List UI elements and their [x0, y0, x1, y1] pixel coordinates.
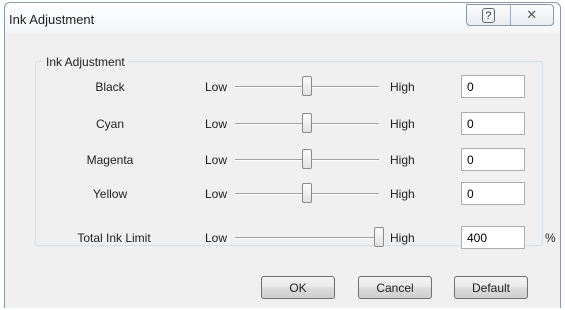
dialog-body: Ink Adjustment Black Low High Cyan Low H… [5, 33, 560, 308]
close-icon: ✕ [526, 7, 538, 22]
ink-label-black: Black [95, 80, 125, 94]
high-label: High [390, 80, 415, 94]
black-value-field[interactable] [461, 75, 525, 98]
cancel-button[interactable]: Cancel [358, 276, 432, 299]
ink-label-yellow: Yellow [92, 187, 128, 201]
ink-label-magenta: Magenta [86, 153, 134, 167]
ink-row-cyan: Cyan Low High [5, 112, 562, 136]
cyan-slider-thumb[interactable] [302, 113, 312, 133]
total-ink-value-field[interactable] [461, 226, 525, 249]
ink-row-black: Black Low High [5, 75, 562, 99]
ink-adjustment-dialog: Ink Adjustment ? ✕ Ink Adjustment Black … [4, 2, 561, 308]
high-label: High [390, 187, 415, 201]
ink-label-cyan: Cyan [95, 117, 124, 131]
group-label: Ink Adjustment [43, 55, 128, 69]
magenta-slider-thumb[interactable] [302, 149, 312, 169]
low-label: Low [205, 117, 228, 131]
help-button[interactable]: ? [467, 5, 510, 25]
high-label: High [390, 153, 415, 167]
low-label: Low [205, 153, 228, 167]
ink-row-magenta: Magenta Low High [5, 148, 562, 172]
high-label: High [390, 231, 415, 245]
title-bar: Ink Adjustment ? ✕ [5, 3, 560, 33]
ok-button[interactable]: OK [261, 276, 335, 299]
black-slider-thumb[interactable] [302, 76, 312, 96]
dialog-title: Ink Adjustment [9, 12, 95, 27]
total-ink-limit-row: Total Ink Limit Low High % [5, 226, 562, 250]
cyan-value-field[interactable] [461, 112, 525, 135]
title-button-group: ? ✕ [466, 4, 554, 26]
total-ink-slider-track[interactable] [235, 237, 379, 239]
help-icon: ? [481, 7, 495, 23]
ink-row-yellow: Yellow Low High [5, 182, 562, 206]
close-button[interactable]: ✕ [509, 5, 554, 25]
yellow-slider-thumb[interactable] [302, 183, 312, 203]
high-label: High [390, 117, 415, 131]
low-label: Low [205, 187, 228, 201]
percent-unit: % [545, 231, 556, 245]
default-button[interactable]: Default [454, 276, 528, 299]
low-label: Low [205, 231, 228, 245]
magenta-value-field[interactable] [461, 148, 525, 171]
yellow-value-field[interactable] [461, 182, 525, 205]
low-label: Low [205, 80, 228, 94]
total-ink-limit-label: Total Ink Limit [77, 231, 151, 245]
total-ink-slider-thumb[interactable] [374, 227, 384, 247]
